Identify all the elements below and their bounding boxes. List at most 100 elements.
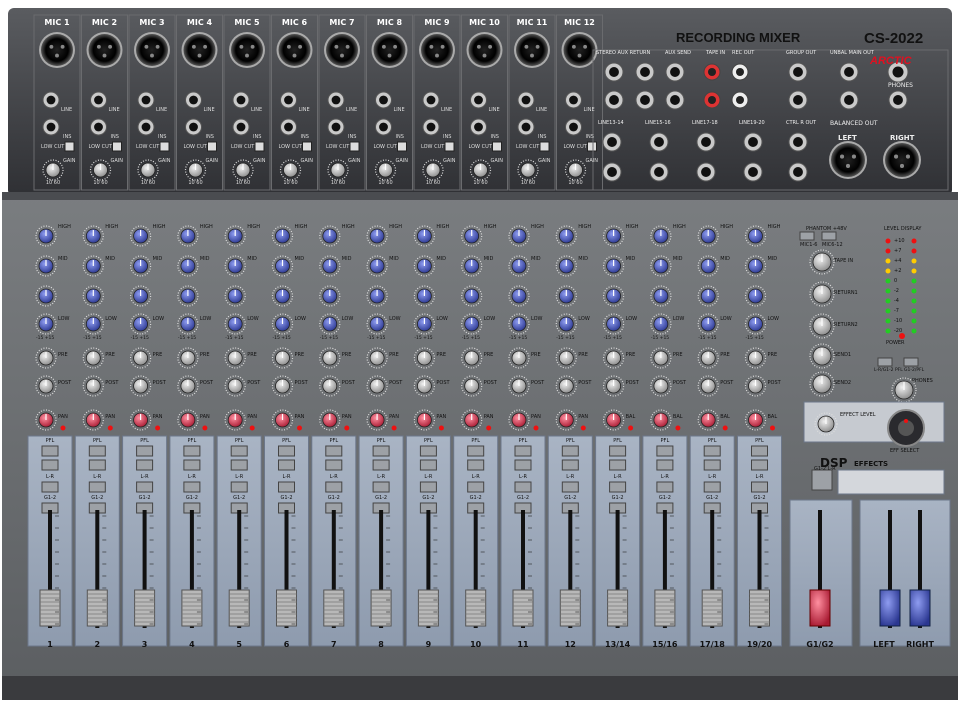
- lowcut-button-10[interactable]: [492, 141, 502, 152]
- pfl-button-1[interactable]: [41, 445, 59, 457]
- mute-button-10[interactable]: [467, 459, 485, 471]
- g12-lr-label: G1-2 L-R: [814, 466, 836, 472]
- mute-button-12[interactable]: [561, 459, 579, 471]
- lr-button-10[interactable]: [467, 481, 485, 493]
- xlr-input-6[interactable]: [278, 34, 311, 66]
- xlr-input-10[interactable]: [468, 34, 501, 66]
- lr-button-5[interactable]: [230, 481, 248, 493]
- pfl-button-15[interactable]: [703, 445, 721, 457]
- mute-button-13[interactable]: [609, 459, 627, 471]
- master-fader-cap-left[interactable]: [879, 589, 901, 627]
- lowcut-button-8[interactable]: [397, 141, 407, 152]
- xlr-input-5[interactable]: [231, 34, 263, 66]
- mute-button-8[interactable]: [372, 459, 390, 471]
- g1-pfl-button[interactable]: [903, 357, 919, 367]
- fader-cap-4[interactable]: [181, 589, 203, 627]
- xlr-input-3[interactable]: [136, 34, 168, 66]
- pfl-button-8[interactable]: [372, 445, 390, 457]
- mute-button-1[interactable]: [41, 459, 59, 471]
- lowcut-button-1[interactable]: [64, 141, 75, 152]
- lowcut-button-12[interactable]: [587, 141, 597, 152]
- fader-cap-15[interactable]: [701, 589, 723, 627]
- lr-button-14[interactable]: [656, 481, 674, 493]
- pfl-button-12[interactable]: [561, 445, 579, 457]
- lr-button-12[interactable]: [561, 481, 579, 493]
- group-fader-cap[interactable]: [809, 589, 831, 627]
- lowcut-button-7[interactable]: [349, 141, 360, 152]
- lowcut-button-5[interactable]: [254, 141, 265, 152]
- lr-button-3[interactable]: [136, 481, 154, 493]
- mute-button-4[interactable]: [183, 459, 201, 471]
- fader-cap-12[interactable]: [559, 589, 581, 627]
- lr-button-13[interactable]: [609, 481, 627, 493]
- phantom-6-12-button[interactable]: [821, 231, 837, 241]
- master-fader-cap-right[interactable]: [909, 589, 931, 627]
- lowcut-button-4[interactable]: [207, 141, 217, 152]
- g12-lr-assign-button[interactable]: [811, 469, 833, 491]
- mute-button-11[interactable]: [514, 459, 532, 471]
- xlr-input-12[interactable]: [563, 34, 596, 66]
- fader-cap-8[interactable]: [370, 589, 392, 627]
- lr-button-9[interactable]: [419, 481, 437, 493]
- mute-button-15[interactable]: [703, 459, 721, 471]
- fader-cap-16[interactable]: [749, 589, 770, 627]
- fader-cap-13[interactable]: [607, 589, 629, 627]
- xlr-input-4[interactable]: [183, 34, 216, 66]
- lowcut-button-9[interactable]: [444, 141, 455, 152]
- pfl-button-16[interactable]: [751, 445, 768, 457]
- mute-button-2[interactable]: [88, 459, 106, 471]
- mute-button-16[interactable]: [751, 459, 768, 471]
- lr-button-1[interactable]: [41, 481, 59, 493]
- lr-button-2[interactable]: [88, 481, 106, 493]
- mute-button-7[interactable]: [325, 459, 343, 471]
- pfl-button-13[interactable]: [609, 445, 627, 457]
- lr-button-8[interactable]: [372, 481, 390, 493]
- fader-cap-10[interactable]: [465, 589, 487, 627]
- lr-button-6[interactable]: [278, 481, 295, 493]
- lr-button-11[interactable]: [514, 481, 532, 493]
- mute-button-3[interactable]: [136, 459, 154, 471]
- lr-button-15[interactable]: [703, 481, 721, 493]
- xlr-input-2[interactable]: [88, 34, 121, 66]
- lowcut-button-3[interactable]: [159, 141, 170, 152]
- pfl-button-4[interactable]: [183, 445, 201, 457]
- pfl-button-2[interactable]: [88, 445, 106, 457]
- mute-button-14[interactable]: [656, 459, 674, 471]
- pfl-button-9[interactable]: [419, 445, 437, 457]
- lowcut-button-2[interactable]: [112, 141, 122, 152]
- lr-button-16[interactable]: [751, 481, 768, 493]
- fader-cap-3[interactable]: [134, 589, 156, 627]
- xlr-input-9[interactable]: [421, 34, 453, 66]
- fader-cap-5[interactable]: [228, 589, 250, 627]
- mute-button-6[interactable]: [278, 459, 295, 471]
- balanced-out-right-xlr[interactable]: [885, 143, 919, 177]
- xlr-input-1[interactable]: [41, 34, 73, 66]
- pfl-button-10[interactable]: [467, 445, 485, 457]
- xlr-input-8[interactable]: [373, 34, 406, 66]
- mute-button-5[interactable]: [230, 459, 248, 471]
- balanced-out-left-xlr[interactable]: [831, 143, 865, 177]
- fader-cap-14[interactable]: [654, 589, 676, 627]
- xlr-input-11[interactable]: [516, 34, 548, 66]
- mute-button-9[interactable]: [419, 459, 437, 471]
- lr-button-4[interactable]: [183, 481, 201, 493]
- pfl-button-5[interactable]: [230, 445, 248, 457]
- fader-cap-2[interactable]: [86, 589, 108, 627]
- fader-cap-9[interactable]: [417, 589, 439, 627]
- phantom-1-6-button[interactable]: [799, 231, 815, 241]
- fader-cap-6[interactable]: [276, 589, 297, 627]
- pfl-button-11[interactable]: [514, 445, 532, 457]
- pfl-button-6[interactable]: [278, 445, 295, 457]
- lr-pfl-button[interactable]: [877, 357, 893, 367]
- lowcut-button-6[interactable]: [302, 141, 312, 152]
- fader-cap-11[interactable]: [512, 589, 534, 627]
- xlr-input-7[interactable]: [326, 34, 358, 66]
- lowcut-button-11[interactable]: [539, 141, 550, 152]
- fader-cap-7[interactable]: [323, 589, 345, 627]
- pfl-button-3[interactable]: [136, 445, 154, 457]
- pfl-button-7[interactable]: [325, 445, 343, 457]
- strip-label-11: 11: [517, 640, 529, 649]
- fader-cap-1[interactable]: [39, 589, 61, 627]
- pfl-button-14[interactable]: [656, 445, 674, 457]
- lr-button-7[interactable]: [325, 481, 343, 493]
